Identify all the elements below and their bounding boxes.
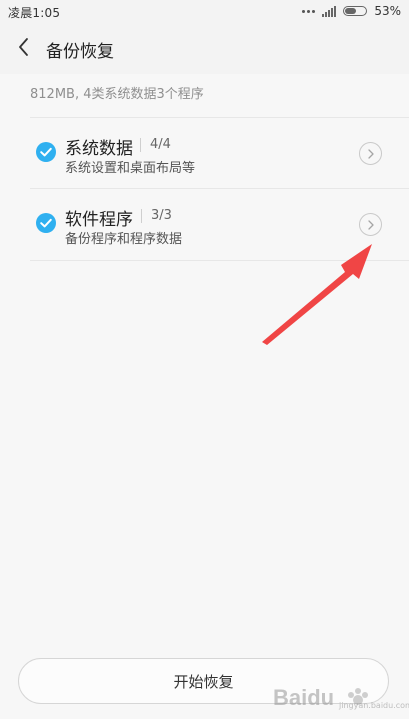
status-time: 凌晨1:05 bbox=[8, 6, 61, 20]
checked-icon[interactable] bbox=[36, 213, 56, 233]
check-mark-icon bbox=[40, 147, 52, 157]
check-mark-icon bbox=[40, 218, 52, 228]
backup-summary: 812MB, 4类系统数据3个程序 bbox=[30, 87, 204, 102]
start-restore-button[interactable]: 开始恢复 bbox=[18, 658, 389, 704]
item-divider bbox=[30, 260, 409, 261]
signal-dots-icon bbox=[302, 9, 316, 13]
chevron-right-icon bbox=[368, 149, 374, 159]
status-icons: 53% bbox=[302, 3, 401, 19]
status-bar: 凌晨1:05 53% bbox=[0, 0, 409, 22]
battery-percent: 53% bbox=[374, 4, 401, 18]
item-description: 备份程序和程序数据 bbox=[65, 232, 183, 247]
checked-icon[interactable] bbox=[36, 142, 56, 162]
details-button[interactable] bbox=[359, 213, 382, 236]
item-title: 系统数据 bbox=[65, 139, 133, 159]
battery-fill bbox=[345, 8, 357, 14]
item-title: 软件程序 bbox=[65, 210, 133, 230]
chevron-left-icon[interactable] bbox=[15, 36, 33, 58]
battery-icon bbox=[343, 6, 368, 16]
backup-item-system-data[interactable]: 系统数据 4/4 系统设置和桌面布局等 bbox=[30, 118, 409, 190]
chevron-right-icon bbox=[368, 220, 374, 230]
signal-bars-icon bbox=[322, 5, 337, 17]
backup-restore-screen: 凌晨1:05 53% 备份恢复 812MB, 4类系统数据3个程序 系统数据 4… bbox=[0, 0, 409, 719]
page-title: 备份恢复 bbox=[46, 42, 114, 62]
item-description: 系统设置和桌面布局等 bbox=[65, 161, 196, 176]
details-button[interactable] bbox=[359, 142, 382, 165]
item-count: 3/3 bbox=[141, 209, 172, 223]
backup-item-software-programs[interactable]: 软件程序 3/3 备份程序和程序数据 bbox=[30, 189, 409, 261]
item-count: 4/4 bbox=[140, 138, 171, 152]
header: 备份恢复 bbox=[0, 22, 409, 74]
